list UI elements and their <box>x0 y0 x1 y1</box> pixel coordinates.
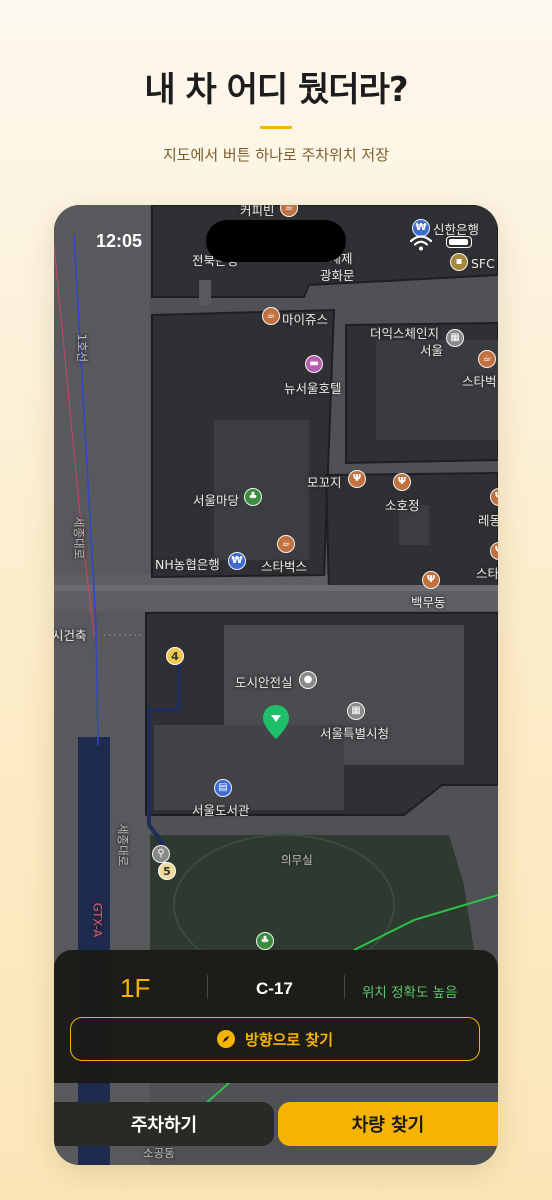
map-label-seoul-library: 서울도서관 <box>192 803 250 818</box>
map-label-sejongdaero: 세종대로 <box>72 516 87 560</box>
cafe-icon[interactable]: ☕ <box>277 535 295 553</box>
car-location-pin-icon[interactable] <box>262 704 290 740</box>
compass-icon <box>216 1030 235 1048</box>
restaurant-icon[interactable]: Ψ <box>348 470 366 488</box>
map-label-line1: 1호선 <box>75 333 90 363</box>
map-label-star-right: 스타 <box>476 566 498 581</box>
divider <box>344 975 345 999</box>
map-label-sohojeong: 소호정 <box>385 498 420 513</box>
map-label-sfc: SFC <box>471 256 495 271</box>
map-label-maijus: 마이쥬스 <box>282 312 329 327</box>
map-label-starbucks: 스타벅스 <box>261 559 308 574</box>
target-icon[interactable]: ● <box>299 671 317 689</box>
map-label-sogong: 소공동 <box>143 1146 175 1160</box>
divider <box>207 975 208 999</box>
building-icon[interactable]: ▦ <box>446 329 464 347</box>
camera-notch <box>206 220 346 262</box>
parking-info-sheet: 1F C-17 위치 정확도 높음 방향으로 찾기 <box>54 950 498 1083</box>
person-walking-icon[interactable]: ⚲ <box>152 845 170 863</box>
bottom-tabs: 주차하기 차량 찾기 <box>54 1102 498 1146</box>
hero-title: 내 차 어디 뒀더라? <box>144 70 408 110</box>
cafe-icon[interactable]: ☕ <box>262 307 280 325</box>
shopping-bag-icon[interactable]: ▪ <box>450 253 468 271</box>
map-label-baekmudong: 백무동 <box>411 595 446 610</box>
map-label-seoul: 서울 <box>420 343 444 358</box>
hero-subtitle: 지도에서 버튼 하나로 주차위치 저장 <box>162 146 390 164</box>
map-label-coffeebean: 커피빈 <box>240 205 275 218</box>
tab-find-car[interactable]: 차량 찾기 <box>278 1102 498 1146</box>
parking-floor: 1F <box>120 973 151 1003</box>
map-label-medical-room: 의무실 <box>281 853 313 867</box>
find-by-direction-button[interactable]: 방향으로 찾기 <box>70 1017 480 1061</box>
building-icon[interactable]: ▦ <box>347 702 365 720</box>
map-label-starbucks-right: 스타벅 <box>462 374 497 389</box>
map-label-new-seoul-hotel: 뉴서울호텔 <box>284 381 342 396</box>
map-label-sigan: 시건축 <box>54 628 87 643</box>
status-time: 12:05 <box>96 231 143 251</box>
library-icon[interactable]: ▤ <box>214 779 232 797</box>
tab-park[interactable]: 주차하기 <box>54 1102 274 1146</box>
restaurant-icon[interactable]: Ψ <box>393 473 411 491</box>
wifi-icon <box>410 235 432 251</box>
subway-exit-4-icon[interactable]: 4 <box>166 647 184 665</box>
find-by-direction-label: 방향으로 찾기 <box>244 1030 334 1049</box>
map-label-seoul-madang: 서울마당 <box>193 493 240 508</box>
map-label-lemong: 레몽 <box>478 513 498 528</box>
battery-icon <box>446 236 472 248</box>
hero-divider <box>260 126 292 129</box>
phone-screen: 커피빈 ☕ 전북은행 ㅡ세제 광화문 ₩ 신한은행 ▪ SFC ☕ 마이쥬스 더… <box>54 205 498 1165</box>
park-icon[interactable]: ♣ <box>244 488 262 506</box>
map-label-city-hall: 서울특별시청 <box>320 726 390 741</box>
hotel-icon[interactable]: ▬ <box>305 355 323 373</box>
park-icon[interactable]: ♣ <box>256 932 274 950</box>
map-label-gtx: GTX-A <box>90 902 105 938</box>
location-accuracy: 위치 정확도 높음 <box>362 985 458 1001</box>
bank-icon[interactable]: ₩ <box>228 552 246 570</box>
cafe-icon[interactable]: ☕ <box>478 350 496 368</box>
map-label-gwanghwamun: 광화문 <box>320 268 355 283</box>
subway-exit-5-icon[interactable]: 5 <box>158 862 176 880</box>
map-label-mokkoji: 모꼬지 <box>307 475 342 490</box>
map-label-nh-bank: NH농협은행 <box>155 557 220 572</box>
map-label-dosi-safety: 도시안전실 <box>235 675 293 690</box>
map-label-sejongdaero-2: 세종대로 <box>116 823 131 867</box>
parking-spot: C-17 <box>256 979 293 998</box>
restaurant-icon[interactable]: Ψ <box>422 571 440 589</box>
